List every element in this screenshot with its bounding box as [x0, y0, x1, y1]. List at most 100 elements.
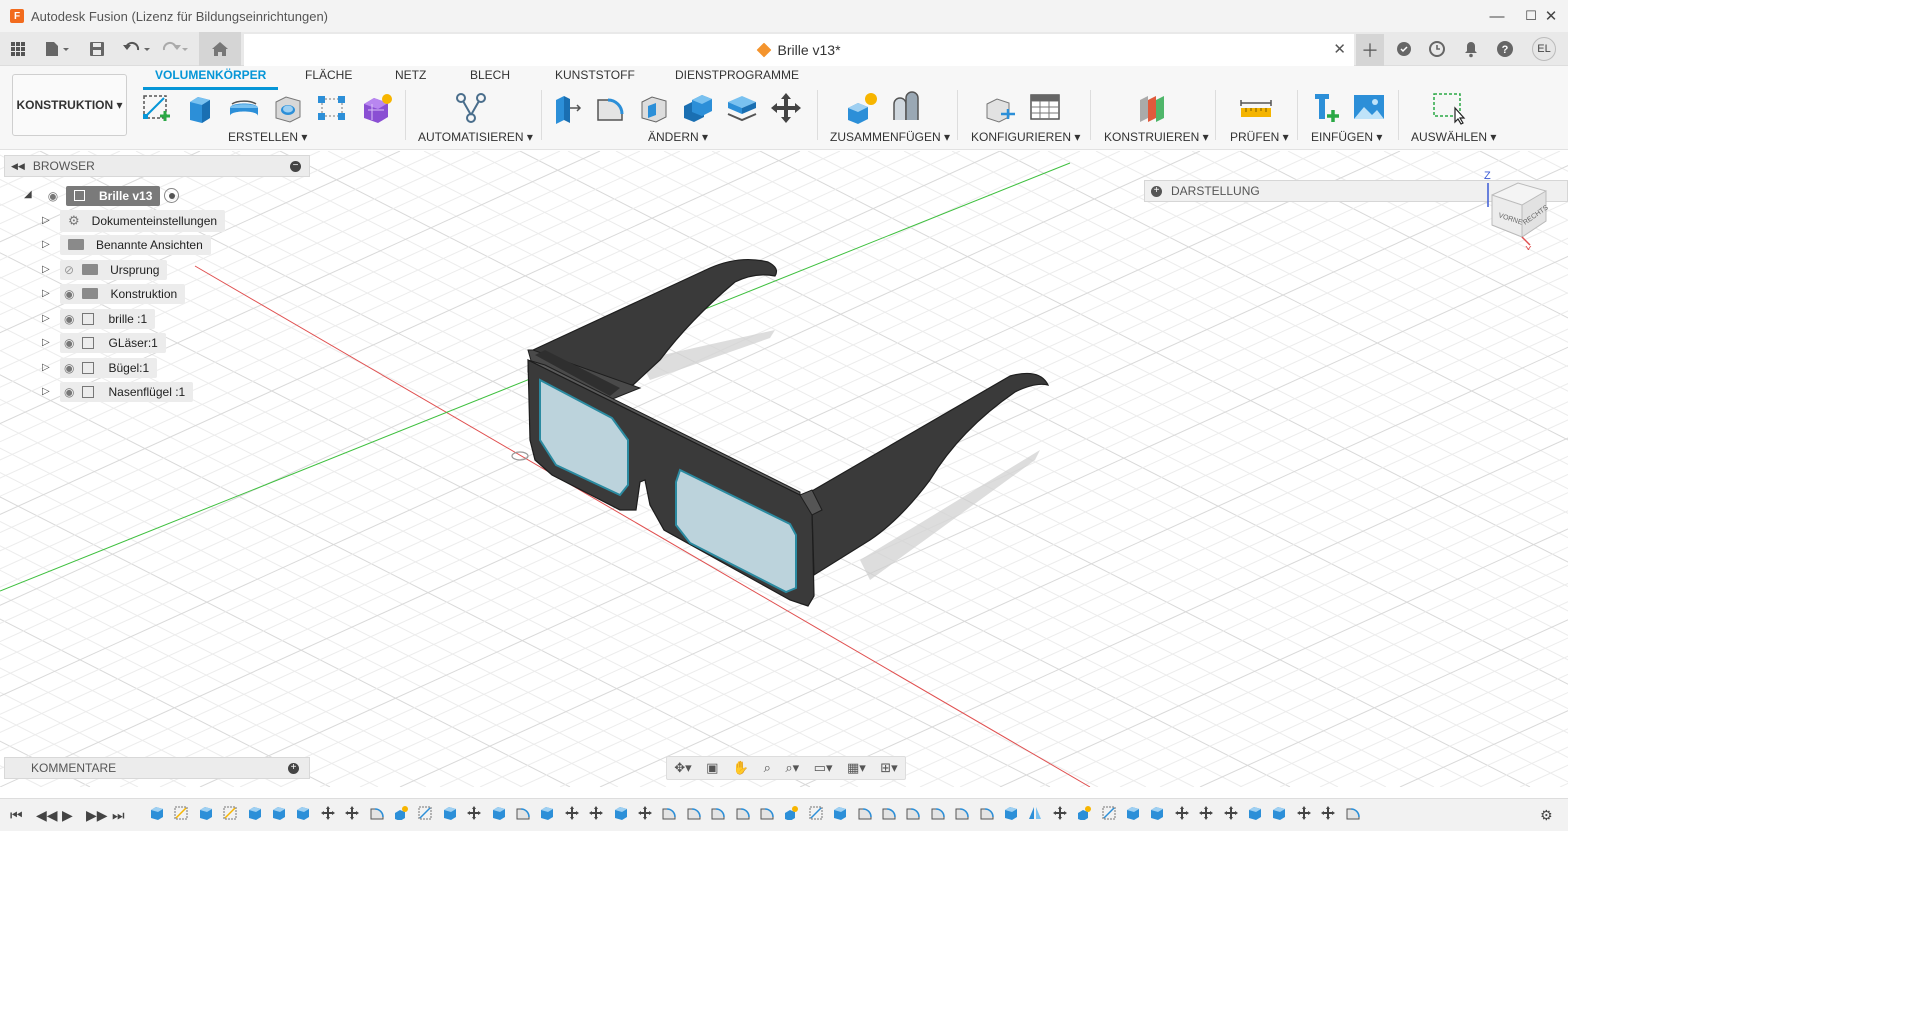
timeline-feature-extrude-icon[interactable] — [1248, 806, 1262, 820]
tree-item-dokumenteinstellungen[interactable]: ▷ ⚙ Dokumenteinstellungen — [42, 209, 226, 232]
tree-item-brille[interactable]: ▷ ◉ brille :1 — [42, 308, 156, 329]
visibility-eye-icon[interactable]: ◉ — [64, 287, 74, 301]
timeline-feature-fillet-icon[interactable] — [980, 806, 994, 820]
pan-hand-icon[interactable]: ✋ — [733, 760, 749, 776]
hidden-eye-icon[interactable]: ⊘ — [64, 263, 74, 277]
play-icon[interactable]: ▶ — [62, 807, 73, 824]
timeline-feature-fillet-icon[interactable] — [858, 806, 872, 820]
timeline-feature-component-icon[interactable] — [1077, 806, 1092, 821]
timeline-feature-fillet-icon[interactable] — [760, 806, 774, 820]
timeline-feature-extrude-icon[interactable] — [150, 806, 164, 820]
timeline-feature-move-icon[interactable] — [1052, 806, 1067, 820]
timeline-feature-move-icon[interactable] — [1199, 806, 1214, 820]
timeline-feature-extrude-icon[interactable] — [272, 806, 286, 820]
zoom-window-icon[interactable]: ⌕▾ — [785, 760, 799, 776]
timeline-feature-extrude-icon[interactable] — [492, 806, 506, 820]
timeline-feature-extrude-icon[interactable] — [540, 806, 554, 820]
timeline-feature-move-icon[interactable] — [1223, 806, 1238, 820]
expand-plus-icon[interactable]: + — [288, 762, 299, 774]
timeline-feature-fillet-icon[interactable] — [516, 806, 530, 820]
timeline-feature-fillet-icon[interactable] — [687, 806, 701, 820]
tree-root-row[interactable]: ◢ ◉ Brille v13 — [24, 185, 180, 206]
timeline-feature-extrude-icon[interactable] — [833, 806, 847, 820]
expand-plus-icon[interactable]: + — [1151, 185, 1162, 197]
visibility-eye-icon[interactable]: ◉ — [64, 336, 74, 350]
timeline-feature-extrude-icon[interactable] — [1004, 806, 1018, 820]
grid-settings-icon[interactable]: ▦▾ — [847, 760, 866, 776]
step-back-icon[interactable]: ◀◀ — [36, 807, 58, 824]
timeline-feature-fillet-icon[interactable] — [931, 806, 945, 820]
expand-triangle-icon[interactable]: ◢ — [24, 189, 32, 200]
timeline-feature-move-icon[interactable] — [564, 806, 579, 820]
visibility-eye-icon[interactable]: ◉ — [64, 385, 74, 399]
browser-header[interactable]: ◀◀ BROWSER − — [4, 155, 310, 177]
display-settings-icon[interactable]: ▭▾ — [814, 760, 833, 776]
visibility-eye-icon[interactable]: ◉ — [44, 189, 62, 203]
timeline-feature-fillet-icon[interactable] — [662, 806, 677, 820]
timeline-feature-sketch-icon[interactable] — [223, 806, 237, 820]
tree-item-konstruktion[interactable]: ▷ ◉ Konstruktion — [42, 283, 186, 304]
timeline-feature-sketch-icon[interactable] — [809, 806, 823, 820]
tree-root-label[interactable]: Brille v13 — [66, 185, 161, 206]
timeline-feature-extrude-icon[interactable] — [1150, 806, 1164, 820]
timeline-feature-move-icon[interactable] — [320, 806, 335, 820]
timeline-feature-extrude-icon[interactable] — [248, 806, 262, 820]
expand-triangle-icon[interactable]: ▷ — [42, 362, 50, 373]
expand-triangle-icon[interactable]: ▷ — [42, 239, 50, 250]
go-to-end-icon[interactable]: ⏭ — [112, 807, 125, 824]
expand-triangle-icon[interactable]: ▷ — [42, 337, 50, 348]
timeline-feature-fillet-icon[interactable] — [736, 806, 750, 820]
timeline-feature-extrude-icon[interactable] — [296, 806, 310, 820]
timeline-feature-move-icon[interactable] — [589, 806, 604, 820]
collapse-panel-icon[interactable]: ◀◀ — [11, 161, 25, 172]
timeline-feature-move-icon[interactable] — [638, 806, 652, 820]
go-to-start-icon[interactable]: ⏮ — [10, 807, 23, 824]
tree-item-ursprung[interactable]: ▷ ⊘ Ursprung — [42, 259, 168, 280]
timeline-feature-move-icon[interactable] — [1174, 806, 1189, 820]
timeline-feature-move-icon[interactable] — [1321, 806, 1336, 820]
step-forward-icon[interactable]: ▶▶ — [86, 807, 108, 824]
expand-triangle-icon[interactable]: ▷ — [42, 288, 50, 299]
timeline-feature-fillet-icon[interactable] — [955, 806, 969, 820]
timeline-feature-fillet-icon[interactable] — [906, 806, 921, 820]
minimize-panel-icon[interactable]: − — [290, 160, 301, 172]
zoom-icon[interactable]: ⌕ — [764, 760, 771, 776]
expand-triangle-icon[interactable]: ▷ — [42, 264, 50, 275]
expand-triangle-icon[interactable]: ▷ — [42, 313, 50, 324]
expand-triangle-icon[interactable]: ▷ — [42, 386, 50, 397]
x-axis-label: X — [1525, 245, 1532, 250]
timeline-feature-sketch-icon[interactable] — [1102, 806, 1116, 820]
timeline-feature-mirror-icon[interactable] — [1028, 806, 1042, 820]
timeline-feature-sketch-icon[interactable] — [174, 806, 188, 820]
timeline-settings-gear-icon[interactable]: ⚙ — [1540, 807, 1553, 824]
timeline-feature-combine-icon[interactable] — [614, 806, 628, 820]
glasses-model[interactable] — [0, 0, 1568, 831]
timeline-feature-fillet-icon[interactable] — [370, 806, 384, 820]
tree-item-buegel[interactable]: ▷ ◉ Bügel:1 — [42, 357, 158, 378]
viewcube[interactable]: Z VORNE RECHTS X — [1478, 165, 1568, 250]
tree-item-nasenfluegel[interactable]: ▷ ◉ Nasenflügel :1 — [42, 381, 194, 402]
tree-item-glaeser[interactable]: ▷ ◉ GLäser:1 — [42, 332, 166, 353]
timeline-feature-fillet-icon[interactable] — [1346, 806, 1360, 820]
expand-triangle-icon[interactable]: ▷ — [42, 215, 50, 226]
timeline-feature-fillet-icon[interactable] — [882, 806, 896, 820]
timeline-feature-component-icon[interactable] — [784, 806, 799, 821]
timeline-feature-extrude-icon[interactable] — [443, 806, 457, 820]
orbit-icon[interactable]: ✥▾ — [674, 760, 691, 776]
timeline-feature-extrude-icon[interactable] — [199, 806, 213, 820]
activate-radio-icon[interactable] — [164, 188, 180, 203]
timeline-feature-sketch-icon[interactable] — [418, 806, 432, 820]
look-at-icon[interactable]: ▣ — [706, 760, 718, 776]
timeline-feature-component-icon[interactable] — [394, 806, 408, 821]
timeline-feature-extrude-icon[interactable] — [1126, 806, 1140, 820]
tree-item-benannte-ansichten[interactable]: ▷ Benannte Ansichten — [42, 234, 211, 255]
timeline-feature-fillet-icon[interactable] — [711, 806, 725, 820]
visibility-eye-icon[interactable]: ◉ — [64, 361, 74, 375]
comments-panel[interactable]: KOMMENTARE + — [4, 757, 310, 779]
timeline-feature-extrude-icon[interactable] — [1272, 806, 1286, 820]
timeline-feature-move-icon[interactable] — [1296, 806, 1311, 820]
visibility-eye-icon[interactable]: ◉ — [64, 312, 74, 326]
timeline-feature-move-icon[interactable] — [467, 806, 482, 820]
viewports-icon[interactable]: ⊞▾ — [880, 760, 897, 776]
timeline-feature-move-icon[interactable] — [345, 806, 360, 820]
